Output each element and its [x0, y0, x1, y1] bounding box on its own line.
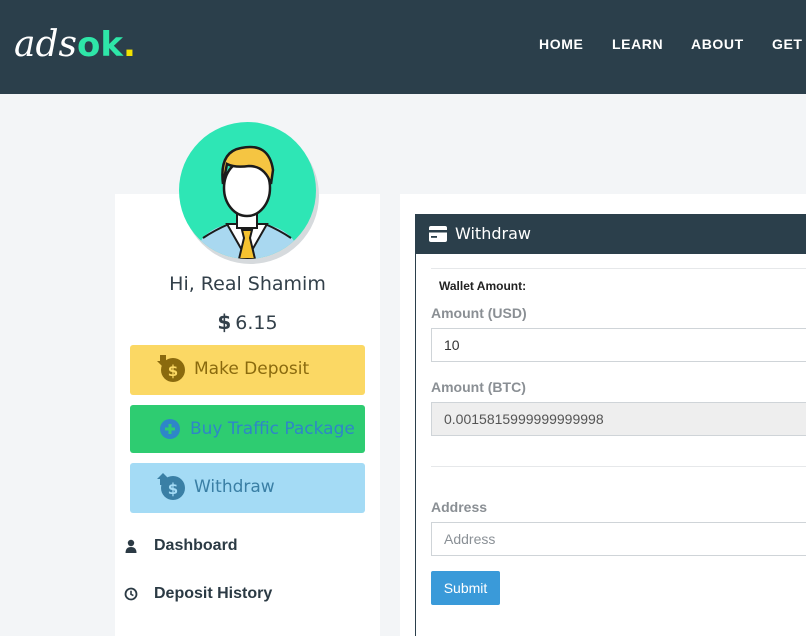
btc-amount-input[interactable] [431, 402, 806, 436]
avatar-person-icon [193, 145, 303, 259]
divider [431, 268, 806, 269]
divider [431, 466, 806, 467]
withdraw-panel-header: Withdraw [415, 214, 806, 254]
deposit-history-label: Deposit History [154, 585, 273, 602]
usd-amount-input[interactable] [431, 328, 806, 362]
make-deposit-button[interactable]: $ Make Deposit [130, 345, 365, 395]
currency-symbol: $ [217, 310, 232, 334]
withdraw-button[interactable]: $ Withdraw [130, 463, 365, 513]
svg-text:$: $ [168, 480, 178, 498]
withdraw-dollar-icon: $ [157, 473, 185, 500]
dashboard-label: Dashboard [154, 537, 238, 554]
address-label: Address [431, 499, 488, 515]
user-icon [125, 539, 137, 553]
nav-home[interactable]: HOME [539, 36, 583, 52]
nav-about[interactable]: ABOUT [691, 36, 744, 52]
withdraw-label: Withdraw [194, 477, 275, 497]
main-nav: HOME LEARN ABOUT GET [0, 36, 806, 56]
nav-get[interactable]: GET [772, 36, 803, 52]
top-navbar: adsok. HOME LEARN ABOUT GET [0, 0, 806, 94]
deposit-dollar-icon: $ [157, 355, 185, 382]
credit-card-icon [429, 226, 447, 242]
svg-text:$: $ [168, 362, 178, 380]
avatar [179, 122, 316, 259]
wallet-balance: $6.15 [115, 310, 380, 334]
clock-icon [124, 587, 138, 601]
nav-learn[interactable]: LEARN [612, 36, 663, 52]
make-deposit-label: Make Deposit [194, 359, 310, 379]
plus-circle-icon [160, 419, 180, 439]
submit-button[interactable]: Submit [431, 571, 500, 605]
address-input[interactable] [431, 522, 806, 556]
withdraw-title: Withdraw [455, 224, 531, 243]
buy-traffic-package-button[interactable]: Buy Traffic Package [130, 405, 365, 453]
usd-amount-label: Amount (USD) [431, 305, 527, 321]
balance-amount: 6.15 [235, 312, 278, 334]
btc-amount-label: Amount (BTC) [431, 379, 526, 395]
user-greeting: Hi, Real Shamim [169, 273, 326, 295]
wallet-amount-label: Wallet Amount: [439, 279, 527, 293]
buy-traffic-package-label: Buy Traffic Package [190, 419, 355, 439]
